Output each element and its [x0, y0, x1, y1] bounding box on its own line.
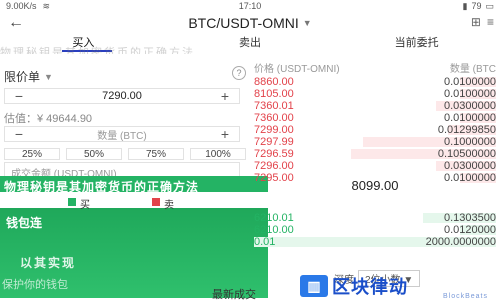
logo-subtext: BlockBeats [442, 293, 488, 300]
bid-qty: 0.0120000 [444, 224, 496, 236]
decrease-price-button[interactable]: − [11, 88, 27, 104]
latest-deal-tab[interactable]: 最新成交 [212, 286, 256, 300]
ask-row[interactable]: 7360.00 0.0100000 [254, 112, 496, 124]
order-book: 价格 (USDT-OMNI) 数量 (BTC 8860.00 0.0100000 8… [254, 60, 496, 248]
ask-price: 7360.01 [254, 100, 294, 112]
blockbeats-logo: ▥ 区块律动 BlockBeats [300, 272, 498, 300]
amount-placeholder: 数量 (BTC) [97, 130, 147, 142]
overlay-line-2: 钱包连 [6, 216, 43, 230]
order-type-selector[interactable]: 限价单 ▼ [4, 68, 250, 85]
ask-row[interactable]: 7296.59 0.10500000 [254, 148, 496, 160]
order-book-rows: 8860.00 0.0100000 8105.00 0.0100000 7360.01 0… [254, 76, 496, 248]
ask-qty: 0.0100000 [444, 88, 496, 100]
ask-qty: 0.0300000 [444, 160, 496, 172]
ask-price: 7297.99 [254, 136, 294, 148]
overlay-line-4: 保护你的钱包 [2, 279, 68, 291]
status-bar: 9.00K/s ≋ 17:10 ▮ 79 ▭ [0, 0, 500, 12]
ask-price: 7296.00 [254, 160, 294, 172]
status-right: ▮ 79 ▭ [463, 1, 494, 12]
sell-legend-swatch [152, 198, 160, 206]
percent-100-button[interactable]: 100% [190, 148, 246, 160]
chart-icon[interactable]: ⊞ [471, 15, 481, 29]
amount-input[interactable]: − 数量 (BTC) + [4, 126, 240, 142]
bid-row[interactable]: 0.01 2000.0000000 [254, 236, 496, 248]
pair-selector[interactable]: BTC/USDT-OMNI ▼ [188, 15, 311, 31]
signal-icon: ▮ [462, 0, 468, 11]
order-book-header: 价格 (USDT-OMNI) 数量 (BTC [254, 60, 496, 75]
qty-column-header: 数量 (BTC [449, 64, 496, 75]
increase-amount-button[interactable]: + [217, 126, 233, 142]
ask-price: 7360.00 [254, 112, 294, 124]
bid-qty: 2000.0000000 [425, 236, 496, 248]
ask-qty: 0.0100000 [444, 172, 496, 184]
logo-text: 区块律动 [332, 277, 408, 297]
ask-qty: 0.1000000 [444, 136, 496, 148]
ask-qty: 0.0300000 [444, 100, 496, 112]
more-icon[interactable]: ≡ [487, 15, 494, 29]
logo-mark-icon: ▥ [300, 275, 328, 297]
ask-row[interactable]: 8860.00 0.0100000 [254, 76, 496, 88]
sell-legend-label: 卖 [164, 200, 174, 211]
price-estimate: 估值：¥ 49644.90 [4, 113, 93, 125]
chevron-down-icon: ▼ [44, 71, 53, 82]
ask-qty: 0.10500000 [437, 148, 496, 160]
ask-row[interactable]: 8105.00 0.0100000 [254, 88, 496, 100]
ask-price: 7299.00 [254, 124, 294, 136]
decrease-amount-button[interactable]: − [11, 126, 27, 142]
ask-row[interactable]: 7299.00 0.01299850 [254, 124, 496, 136]
help-icon[interactable]: ? [232, 66, 246, 80]
price-value: 7290.00 [102, 90, 142, 102]
title-actions: ⊞ ≡ [471, 15, 494, 29]
ask-price: 7295.00 [254, 172, 294, 184]
page-title: BTC/USDT-OMNI [188, 15, 299, 31]
order-form: 限价单 ▼ ? − 7290.00 + 估值：¥ 49644.90 − 数量 (… [4, 66, 250, 180]
percent-75-button[interactable]: 75% [128, 148, 184, 160]
ask-price: 7296.59 [254, 148, 294, 160]
ask-row[interactable]: 7296.00 0.0300000 [254, 160, 496, 172]
battery-icon: ▭ [485, 0, 494, 11]
percent-25-button[interactable]: 25% [4, 148, 60, 160]
bid-price: 0.01 [254, 236, 276, 248]
price-column-header: 价格 (USDT-OMNI) [254, 64, 340, 75]
bid-row[interactable]: 6210.00 0.0120000 [254, 224, 496, 236]
ask-qty: 0.01299850 [437, 124, 496, 136]
ask-qty: 0.0100000 [444, 76, 496, 88]
bid-price: 6210.01 [254, 212, 294, 224]
order-type-label: 限价单 [4, 70, 41, 84]
ask-row[interactable]: 7297.99 0.1000000 [254, 136, 496, 148]
percent-selector: 25% 50% 75% 100% [4, 148, 246, 160]
back-arrow-icon[interactable]: ← [8, 14, 24, 32]
ask-price: 8860.00 [254, 76, 294, 88]
price-input[interactable]: − 7290.00 + [4, 88, 240, 104]
overlay-caption: 物理秘钥是其加密货币的正确方法 [0, 176, 268, 192]
chevron-down-icon: ▼ [302, 18, 312, 28]
ask-price: 8105.00 [254, 88, 294, 100]
status-time: 17:10 [238, 1, 262, 11]
percent-50-button[interactable]: 50% [66, 148, 122, 160]
buy-legend-label: 买 [80, 200, 90, 211]
battery-level: 79 [471, 1, 482, 11]
title-bar: ← BTC/USDT-OMNI ▼ ⊞ ≡ [0, 12, 500, 34]
increase-price-button[interactable]: + [217, 88, 233, 104]
watermark-text: 物理秘钥是其加密货币的正确方法 [0, 47, 195, 54]
bid-row[interactable]: 6210.01 0.1303500 [254, 212, 496, 224]
ask-qty: 0.0100000 [444, 112, 496, 124]
overlay-caption-text: 物理秘钥是其加密货币的正确方法 [4, 180, 200, 192]
bid-price: 6210.00 [254, 224, 294, 236]
bid-qty: 0.1303500 [444, 212, 496, 224]
ask-row[interactable]: 7360.01 0.0300000 [254, 100, 496, 112]
overlay-line-3: 以其实现 [20, 256, 77, 270]
buy-legend-swatch [68, 198, 76, 206]
